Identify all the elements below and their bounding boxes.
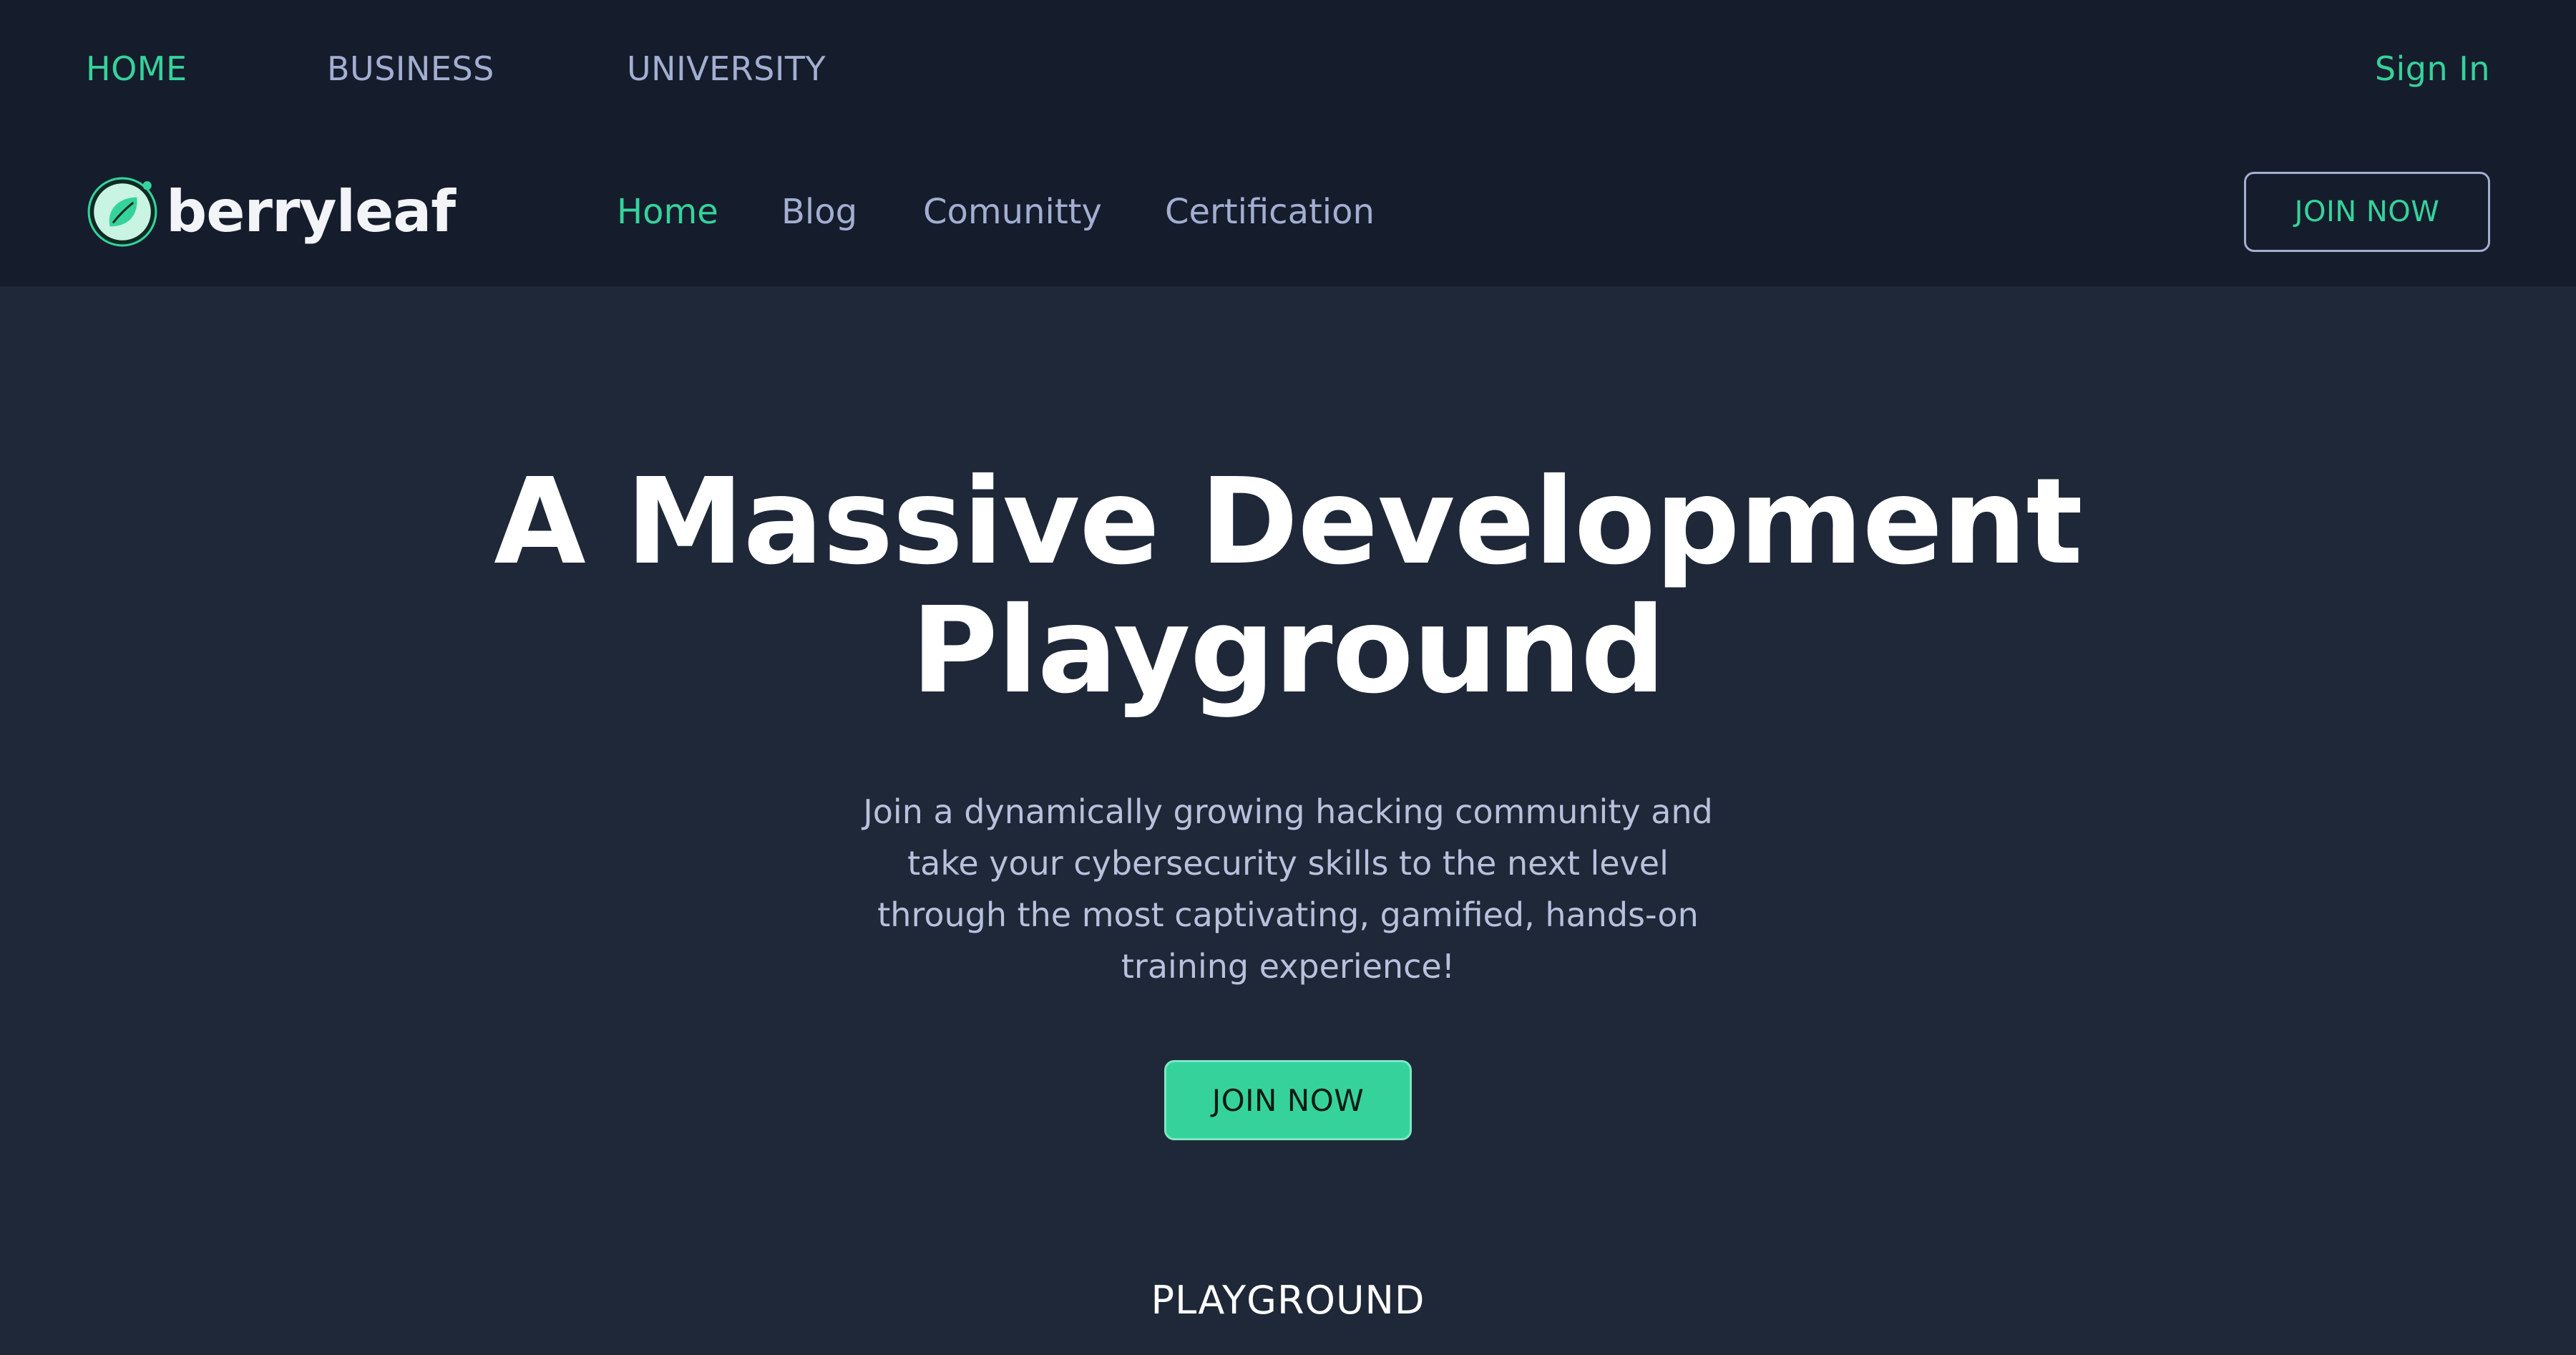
- hero-title-line-1: A Massive Development: [494, 453, 2083, 591]
- nav-item-community[interactable]: Comunitty: [923, 190, 1102, 233]
- nav-item-blog[interactable]: Blog: [781, 190, 857, 233]
- brand-name: berryleaf: [166, 178, 456, 245]
- topbar-home-link[interactable]: HOME: [86, 49, 187, 89]
- leaf-circle-icon: [87, 177, 157, 247]
- hero-subtitle: Join a dynamically growing hacking commu…: [863, 792, 1713, 986]
- hero-title-line-2: Playground: [911, 582, 1666, 720]
- topbar-business-link[interactable]: BUSINESS: [327, 49, 494, 89]
- top-bar: HOME BUSINESS UNIVERSITY Sign In: [0, 0, 2576, 140]
- topbar-university-link[interactable]: UNIVERSITY: [627, 49, 826, 89]
- nav-item-home[interactable]: Home: [617, 190, 718, 233]
- hero-join-button[interactable]: JOIN NOW: [1164, 1060, 1412, 1140]
- sign-in-link[interactable]: Sign In: [2375, 49, 2490, 89]
- main-navigation: berryleaf Home Blog Comunitty Certificat…: [0, 143, 2576, 286]
- header-join-button[interactable]: JOIN NOW: [2244, 172, 2490, 252]
- nav-item-certification[interactable]: Certification: [1165, 190, 1375, 233]
- playground-section-label: PLAYGROUND: [1151, 1278, 1425, 1323]
- hero-title: A Massive Development Playground: [215, 458, 2361, 716]
- site-header: HOME BUSINESS UNIVERSITY Sign In berryle…: [0, 0, 2576, 286]
- brand-logo[interactable]: berryleaf: [86, 173, 456, 251]
